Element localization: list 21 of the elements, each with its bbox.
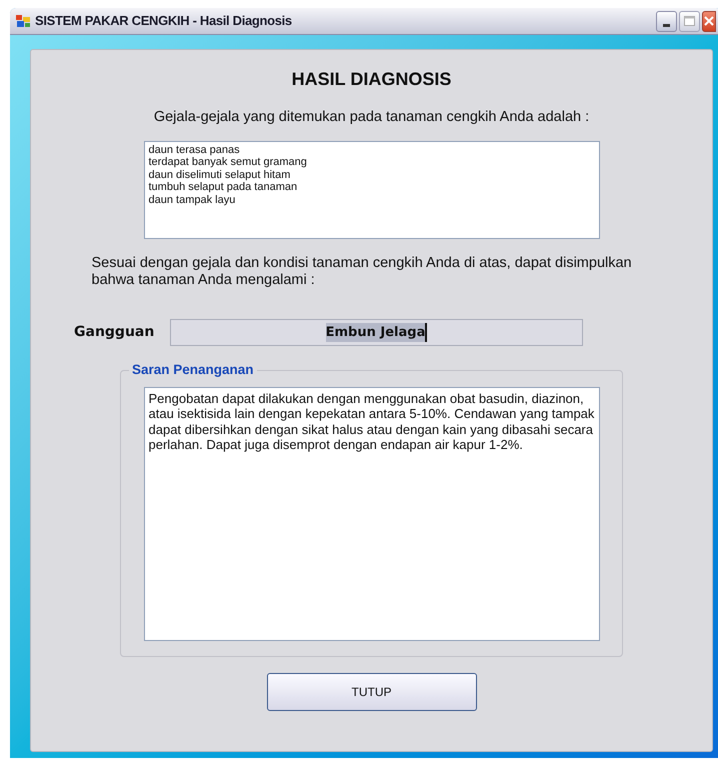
symptom-item[interactable]: terdapat banyak semut gramang <box>148 156 594 169</box>
minimize-button[interactable] <box>656 10 677 32</box>
window-title: SISTEM PAKAR CENGKIH - Hasil Diagnosis <box>35 12 293 30</box>
symptom-item[interactable]: daun terasa panas <box>148 144 594 156</box>
maximize-icon <box>684 16 695 26</box>
conclusion-text: Sesuai dengan gejala dan kondisi tanaman cengkih Anda di atas, dapat disimpulkan bahwa tanaman Anda mengalami : <box>92 254 633 289</box>
disorder-value: Embun Jelaga <box>326 322 428 342</box>
app-icon <box>16 15 30 27</box>
close-icon <box>704 16 714 26</box>
close-dialog-button[interactable]: TUTUP <box>266 672 476 711</box>
symptom-item[interactable]: daun diselimuti selaput hitam <box>148 168 594 182</box>
close-button[interactable] <box>702 10 716 32</box>
disorder-label: Gangguan <box>74 322 156 342</box>
symptom-item[interactable]: daun tampak layu <box>148 194 594 206</box>
dialog-heading: HASIL DIAGNOSIS <box>292 68 452 91</box>
symptoms-label: Gejala-gejala yang ditemukan pada tanaman cengkih Anda adalah : <box>154 108 590 127</box>
disorder-field[interactable]: Embun Jelaga <box>170 318 583 346</box>
minimize-icon <box>663 24 670 26</box>
symptom-item[interactable]: tumbuh selaput pada tanaman <box>148 181 594 194</box>
advice-text[interactable]: Pengobatan dapat dilakukan dengan menggunakan obat basudin, diazinon, atau isektisida lain dengan kepekatan antara 5-10%. Cendawan yang tampak dapat dibersihkan dengan sikat halus atau dengan kain yang dibasahi secara perlahan. Dapat juga disemprot dengan endapan air kapur 1-2%. <box>144 386 600 641</box>
symptoms-list[interactable]: daun terasa panas terdapat banyak semut gramang daun diselimuti selaput hitam tumbuh selaput pada tanaman daun tampak layu <box>144 140 600 239</box>
